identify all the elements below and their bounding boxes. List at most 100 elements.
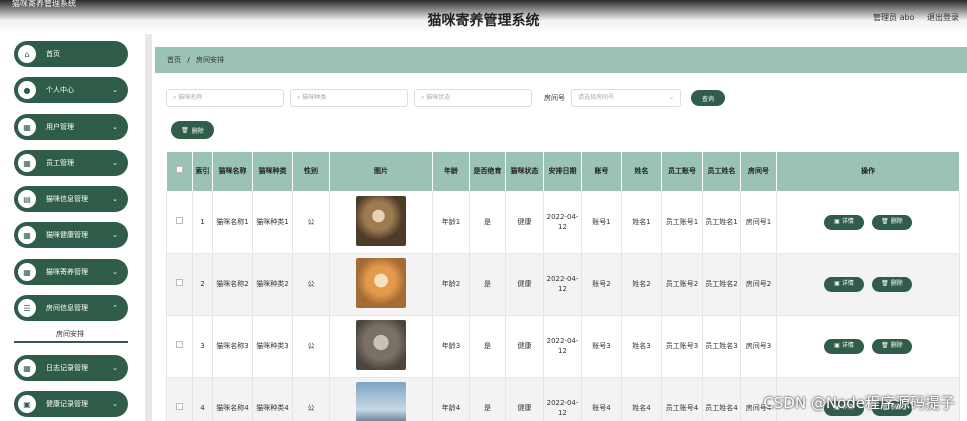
search-icon: ⌕ <box>173 94 177 101</box>
room-arrangement-table: 索引 猫咪名称 猫咪种类 性别 图片 年龄 是否绝育 猫咪状态 安排日期 账号 … <box>166 151 960 421</box>
chevron-down-icon: ⌄ <box>112 364 118 372</box>
delete-button[interactable]: 🗑 删除 <box>872 215 912 230</box>
column-header: 年龄 <box>432 151 470 192</box>
cell-neutered: 是 <box>469 315 506 378</box>
cell-cat-type: 猫咪种类2 <box>252 253 293 316</box>
sidebar-item-label: 猫咪寄养管理 <box>46 268 88 276</box>
sidebar-item-label: 用户管理 <box>46 123 74 131</box>
cell-index: 2 <box>192 253 213 316</box>
cell-index: 4 <box>192 377 213 421</box>
cell-room: 房间号1 <box>740 191 777 254</box>
header-user-area: 管理员 abo 退出登录 <box>863 12 959 23</box>
trash-icon: 🗑 <box>881 280 889 288</box>
cell-room: 房间号2 <box>740 253 777 316</box>
column-header: 猫咪名称 <box>212 151 253 192</box>
sidebar-item-users[interactable]: ▦ 用户管理 ⌄ <box>14 114 128 140</box>
home-icon: ⌂ <box>18 45 36 63</box>
bulk-delete-label: 删除 <box>191 127 204 135</box>
detail-icon: ▣ <box>834 218 840 226</box>
sidebar-item-cat-health[interactable]: ▦ 猫咪健康管理 ⌄ <box>14 222 128 248</box>
row-checkbox[interactable] <box>176 217 183 225</box>
detail-button[interactable]: ▣ 详情 <box>824 277 864 292</box>
cell-age: 年龄4 <box>432 377 470 421</box>
logout-link[interactable]: 退出登录 <box>927 13 959 22</box>
cell-account: 账号3 <box>581 315 622 378</box>
column-header: 安排日期 <box>543 151 582 192</box>
bulk-delete-button[interactable]: 🗑 删除 <box>171 121 214 139</box>
sidebar-item-label: 首页 <box>46 50 60 58</box>
cell-staff-name: 员工姓名4 <box>702 377 741 421</box>
chevron-down-icon: ⌄ <box>112 123 118 131</box>
chevron-down-icon: ⌄ <box>112 195 118 203</box>
sidebar-item-health-records[interactable]: ▣ 健康记录管理 ⌄ <box>14 391 128 417</box>
breadcrumb-current: 房间安排 <box>196 56 225 64</box>
table-row: 1 猫咪名称1 猫咪种类1 公 年龄1 是 健康 2022-04-12 账号1 … <box>166 191 960 254</box>
sidebar-subitem-room-arrangement[interactable]: 房间安排 <box>14 327 128 343</box>
sidebar-scrollbar[interactable] <box>145 34 152 421</box>
detail-button[interactable]: ▣ 详情 <box>824 339 864 354</box>
sidebar-item-room-info[interactable]: ☰ 房间信息管理 ⌃ <box>14 295 128 321</box>
cell-status: 健康 <box>505 253 544 316</box>
room-select[interactable]: 请选择房间号 ⌄ <box>571 89 681 107</box>
row-checkbox[interactable] <box>176 279 183 287</box>
cat-name-search-input[interactable]: ⌕ 猫咪名称 <box>166 89 284 107</box>
detail-button[interactable]: ▣ 详情 <box>824 215 864 230</box>
cat-type-search-input[interactable]: ⌕ 猫咪种类 <box>290 89 408 107</box>
sidebar-item-label: 健康记录管理 <box>46 400 88 408</box>
cell-cat-type: 猫咪种类3 <box>252 315 293 378</box>
sidebar-item-label: 猫咪健康管理 <box>46 231 88 239</box>
column-header: 是否绝育 <box>469 151 506 192</box>
chevron-down-icon: ⌄ <box>112 159 118 167</box>
delete-label: 删除 <box>890 280 903 288</box>
delete-button[interactable]: 🗑 删除 <box>872 339 912 354</box>
search-icon: ⌕ <box>421 94 425 101</box>
sidebar-item-home[interactable]: ⌂ 首页 <box>14 41 128 67</box>
sidebar-item-personal-center[interactable]: ● 个人中心 ⌄ <box>14 77 128 103</box>
select-all-checkbox[interactable] <box>176 166 183 174</box>
room-select-label: 房间号 <box>544 94 565 102</box>
cat-name-placeholder: 猫咪名称 <box>178 94 203 101</box>
cell-neutered: 是 <box>469 253 506 316</box>
cat-type-placeholder: 猫咪种类 <box>302 94 327 101</box>
cell-sex: 公 <box>292 315 330 378</box>
breadcrumb-separator: / <box>187 56 190 64</box>
cat-status-placeholder: 猫咪状态 <box>426 94 451 101</box>
cell-index: 3 <box>192 315 213 378</box>
chevron-down-icon: ⌄ <box>668 94 674 101</box>
cell-cat-type: 猫咪种类4 <box>252 377 293 421</box>
column-header: 姓名 <box>621 151 662 192</box>
cat-photo <box>356 381 406 421</box>
cell-account: 账号2 <box>581 253 622 316</box>
cell-sex: 公 <box>292 191 330 254</box>
cell-age: 年龄1 <box>432 191 470 254</box>
cell-staff-account: 员工账号4 <box>661 377 703 421</box>
cell-status: 健康 <box>505 191 544 254</box>
cell-sex: 公 <box>292 253 330 316</box>
cell-staff-account: 员工账号1 <box>661 191 703 254</box>
column-header: 索引 <box>192 151 213 192</box>
breadcrumb-home[interactable]: 首页 <box>167 56 181 64</box>
cell-date: 2022-04-12 <box>543 191 582 254</box>
cell-room: 房间号3 <box>740 315 777 378</box>
cat-status-search-input[interactable]: ⌕ 猫咪状态 <box>414 89 532 107</box>
search-button[interactable]: 查询 <box>691 90 725 106</box>
delete-button[interactable]: 🗑 删除 <box>872 277 912 292</box>
sidebar-item-label: 房间信息管理 <box>46 304 88 312</box>
row-actions: ▣ 详情 🗑 删除 <box>779 215 957 230</box>
sidebar-item-cat-info[interactable]: ▤ 猫咪信息管理 ⌄ <box>14 186 128 212</box>
row-checkbox[interactable] <box>176 403 183 411</box>
grid-icon: ▦ <box>18 263 36 281</box>
row-checkbox[interactable] <box>176 341 183 349</box>
chevron-down-icon: ⌄ <box>112 231 118 239</box>
cell-staff-name: 员工姓名3 <box>702 315 741 378</box>
sidebar-item-log-records[interactable]: ▦ 日志记录管理 ⌄ <box>14 355 128 381</box>
grid-icon: ▦ <box>18 154 36 172</box>
search-icon: ⌕ <box>297 94 301 101</box>
sidebar-item-label: 个人中心 <box>46 86 74 94</box>
detail-label: 详情 <box>841 218 854 226</box>
sidebar-item-staff[interactable]: ▦ 员工管理 ⌄ <box>14 150 128 176</box>
column-header: 猫咪状态 <box>505 151 544 192</box>
sidebar-item-cat-boarding[interactable]: ▦ 猫咪寄养管理 ⌄ <box>14 259 128 285</box>
trash-icon: 🗑 <box>881 342 889 350</box>
cell-name: 姓名4 <box>621 377 662 421</box>
